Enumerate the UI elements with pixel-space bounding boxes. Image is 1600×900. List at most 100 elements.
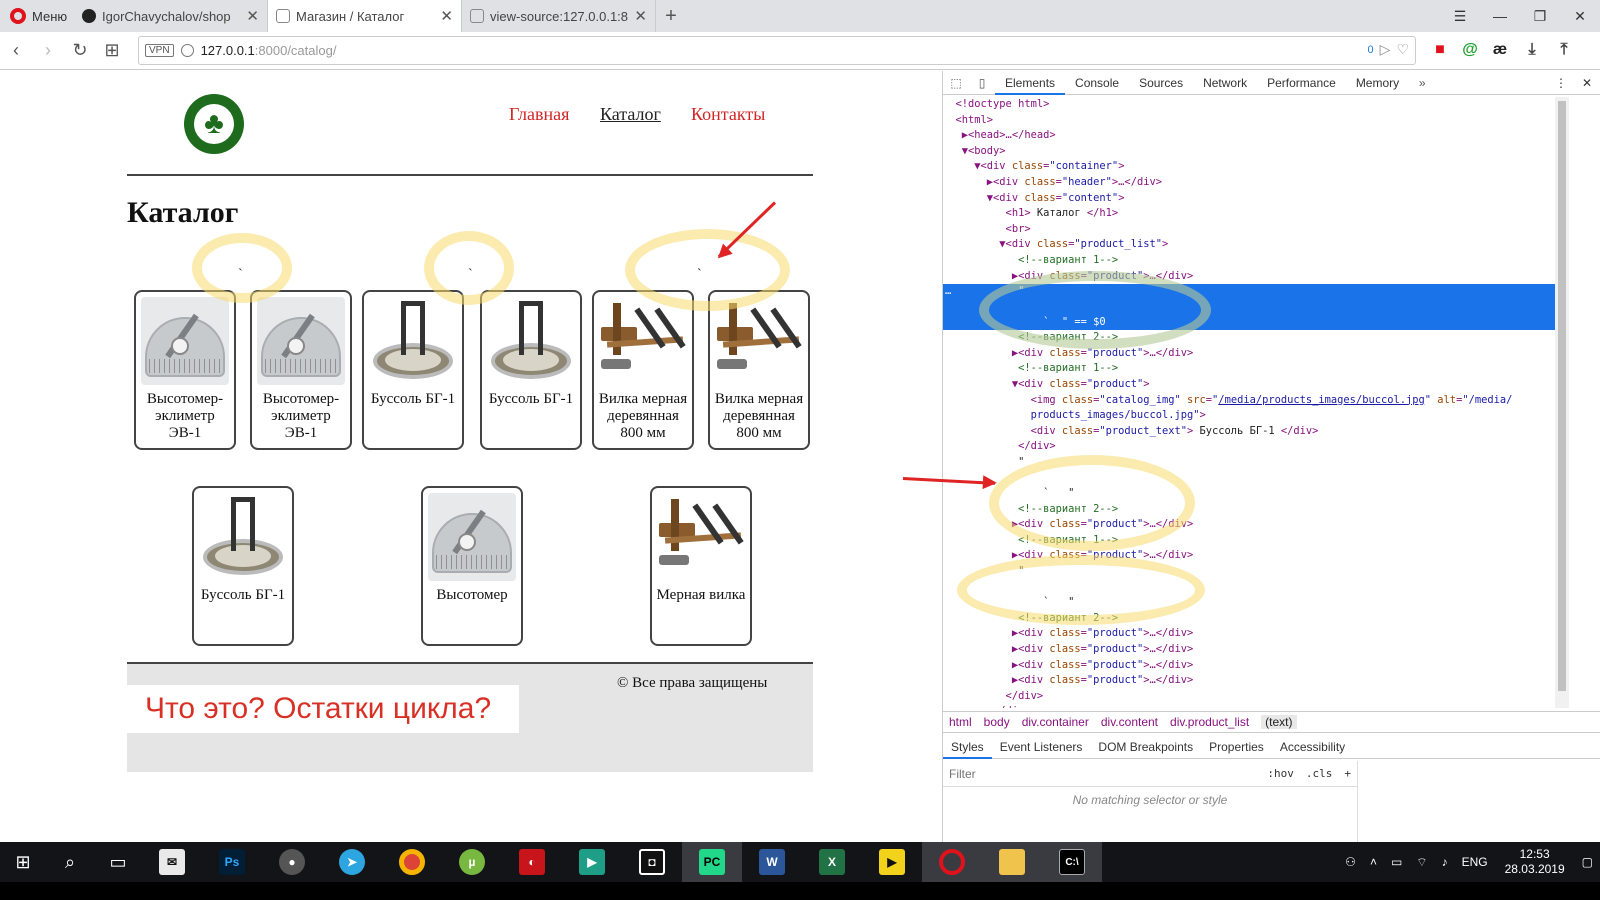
tab-performance[interactable]: Performance xyxy=(1257,71,1346,95)
terminal-icon[interactable]: C:\ xyxy=(1042,842,1102,882)
tray-arrow-icon[interactable]: ˄ xyxy=(1363,855,1384,869)
back-icon[interactable]: ‹ xyxy=(0,40,32,61)
hov-toggle[interactable]: :hov xyxy=(1261,767,1300,780)
ae-extension-icon[interactable]: æ xyxy=(1488,36,1512,64)
tab-accessibility[interactable]: Accessibility xyxy=(1272,735,1353,759)
language-indicator[interactable]: ENG xyxy=(1455,855,1495,869)
tab-sources[interactable]: Sources xyxy=(1129,71,1193,95)
notification-icon[interactable]: ▢ xyxy=(1575,855,1600,869)
product-card[interactable]: Буссоль БГ-1 xyxy=(192,486,294,646)
tab-styles[interactable]: Styles xyxy=(943,735,992,759)
tab-catalog[interactable]: Магазин / Каталог ✕ xyxy=(268,0,462,32)
dom-scrollbar[interactable] xyxy=(1555,97,1569,708)
app-frame-icon[interactable]: ◘ xyxy=(622,842,682,882)
explorer-icon[interactable] xyxy=(982,842,1042,882)
breadcrumb-item[interactable]: div.content xyxy=(1101,715,1158,729)
dom-line[interactable]: ▶<div class="product">…</div> xyxy=(943,626,1555,642)
product-card[interactable]: Высотомер-эклиметр ЭВ-1 xyxy=(250,290,352,450)
forest-logo-icon[interactable]: ♣ xyxy=(184,94,244,154)
flow-icon[interactable]: ▷ xyxy=(1380,41,1391,58)
cls-toggle[interactable]: .cls xyxy=(1300,767,1339,780)
tab-event-listeners[interactable]: Event Listeners xyxy=(992,735,1091,759)
breadcrumb-item[interactable]: body xyxy=(984,715,1010,729)
breadcrumb-item[interactable]: html xyxy=(949,715,972,729)
dom-line[interactable]: ▼<div class="container"> xyxy=(943,159,1555,175)
battery-icon[interactable]: ▭ xyxy=(1384,855,1409,869)
close-icon[interactable]: ✕ xyxy=(440,7,453,25)
dom-line[interactable]: <!doctype html> xyxy=(943,97,1555,113)
dom-line[interactable]: <br> xyxy=(943,222,1555,238)
dom-line[interactable]: ▼<body> xyxy=(943,144,1555,160)
product-card[interactable]: Буссоль БГ-1 xyxy=(480,290,582,450)
tab-memory[interactable]: Memory xyxy=(1346,71,1409,95)
tab-menu-icon[interactable]: ☰ xyxy=(1440,0,1480,32)
close-devtools-icon[interactable]: ✕ xyxy=(1574,76,1600,90)
dom-line[interactable]: ▶<div class="product">…</div> xyxy=(943,346,1555,362)
chrome-icon[interactable] xyxy=(382,842,442,882)
product-card[interactable]: Буссоль БГ-1 xyxy=(362,290,464,450)
add-rule-icon[interactable]: + xyxy=(1338,767,1357,780)
app-green-icon[interactable]: ▶ xyxy=(562,842,622,882)
opera-taskbar-icon[interactable] xyxy=(922,842,982,882)
close-icon[interactable]: ✕ xyxy=(246,7,259,25)
dom-line[interactable]: <!--вариант 1--> xyxy=(943,253,1555,269)
forward-icon[interactable]: › xyxy=(32,40,64,61)
dom-line[interactable]: ▶<head>…</head> xyxy=(943,128,1555,144)
dom-line[interactable]: ▶<div class="product">…</div> xyxy=(943,658,1555,674)
dom-line[interactable]: products_images/buccol.jpg"> xyxy=(943,408,1555,424)
pycharm-icon[interactable]: PC xyxy=(682,842,742,882)
utorrent-icon[interactable]: µ xyxy=(442,842,502,882)
windows-start-icon[interactable]: ⊞ xyxy=(0,842,46,882)
nav-link-catalog[interactable]: Каталог xyxy=(600,104,661,125)
dom-line[interactable]: <html> xyxy=(943,113,1555,129)
more-tabs-icon[interactable]: » xyxy=(1409,76,1435,90)
product-card[interactable]: Высотомер-эклиметр ЭВ-1 xyxy=(134,290,236,450)
dom-line[interactable]: </div> xyxy=(943,704,1555,708)
media-player-icon[interactable]: ● xyxy=(262,842,322,882)
url-text[interactable]: 127.0.0.1:8000/catalog/ xyxy=(201,43,337,58)
dom-line[interactable]: ▼<div class="product_list"> xyxy=(943,237,1555,253)
tab-network[interactable]: Network xyxy=(1193,71,1257,95)
tab-console[interactable]: Console xyxy=(1065,71,1129,95)
breadcrumb-item[interactable]: div.product_list xyxy=(1170,715,1249,729)
task-view-icon[interactable]: ▭ xyxy=(94,842,142,882)
dom-line[interactable]: <img class="catalog_img" src="/media/pro… xyxy=(943,393,1555,409)
dom-line[interactable]: <h1> Каталог </h1> xyxy=(943,206,1555,222)
tab-github[interactable]: IgorChavychalov/shop ✕ xyxy=(74,0,268,32)
breadcrumb-item[interactable]: div.container xyxy=(1022,715,1089,729)
dom-line[interactable]: </div> xyxy=(943,689,1555,705)
url-field[interactable]: VPN 127.0.0.1:8000/catalog/ 0 ▷ ♡ xyxy=(138,36,1416,65)
styles-filter-input[interactable] xyxy=(943,763,1262,784)
dom-line[interactable]: ▼<div class="content"> xyxy=(943,191,1555,207)
dom-tree[interactable]: <!doctype html> <html> ▶<head>…</head> ▼… xyxy=(943,97,1555,708)
download-icon[interactable]: ⤓ xyxy=(1520,36,1544,64)
extension-icon[interactable]: ■ xyxy=(1428,36,1452,64)
new-tab-button[interactable]: + xyxy=(656,0,686,32)
opera-menu-button[interactable]: Меню xyxy=(0,0,74,32)
product-card[interactable]: Вилка мерная деревянная 800 мм xyxy=(592,290,694,450)
people-icon[interactable]: ⚇ xyxy=(1338,855,1363,869)
tab-properties[interactable]: Properties xyxy=(1201,735,1272,759)
clock[interactable]: 12:53 28.03.2019 xyxy=(1495,847,1575,877)
share-icon[interactable]: ⤒ xyxy=(1552,36,1576,64)
reload-icon[interactable]: ↻ xyxy=(64,40,96,61)
nav-link-home[interactable]: Главная xyxy=(509,104,569,125)
telegram-icon[interactable]: ➤ xyxy=(322,842,382,882)
volume-icon[interactable]: ♪ xyxy=(1435,855,1455,869)
restore-icon[interactable]: ❐ xyxy=(1520,0,1560,32)
vpn-badge[interactable]: VPN xyxy=(145,44,174,57)
excel-icon[interactable]: X xyxy=(802,842,862,882)
at-extension-icon[interactable]: @ xyxy=(1458,36,1482,64)
close-icon[interactable]: ✕ xyxy=(634,7,647,25)
inspect-icon[interactable]: ⬚ xyxy=(943,76,969,90)
photoshop-icon[interactable]: Ps xyxy=(202,842,262,882)
dom-line[interactable]: ▶<div class="product">…</div> xyxy=(943,642,1555,658)
ad-blocker-count[interactable]: 0 xyxy=(1368,44,1374,56)
word-icon[interactable]: W xyxy=(742,842,802,882)
dom-line[interactable]: <!--вариант 1--> xyxy=(943,361,1555,377)
mail-app-icon[interactable]: ✉ xyxy=(142,842,202,882)
tab-view-source[interactable]: view-source:127.0.0.1:8000 ✕ xyxy=(462,0,656,32)
dom-line[interactable]: ▶<div class="product">…</div> xyxy=(943,673,1555,689)
wifi-icon[interactable]: ⌔ xyxy=(1409,855,1434,870)
dom-line[interactable]: <div class="product_text"> Буссоль БГ-1 … xyxy=(943,424,1555,440)
